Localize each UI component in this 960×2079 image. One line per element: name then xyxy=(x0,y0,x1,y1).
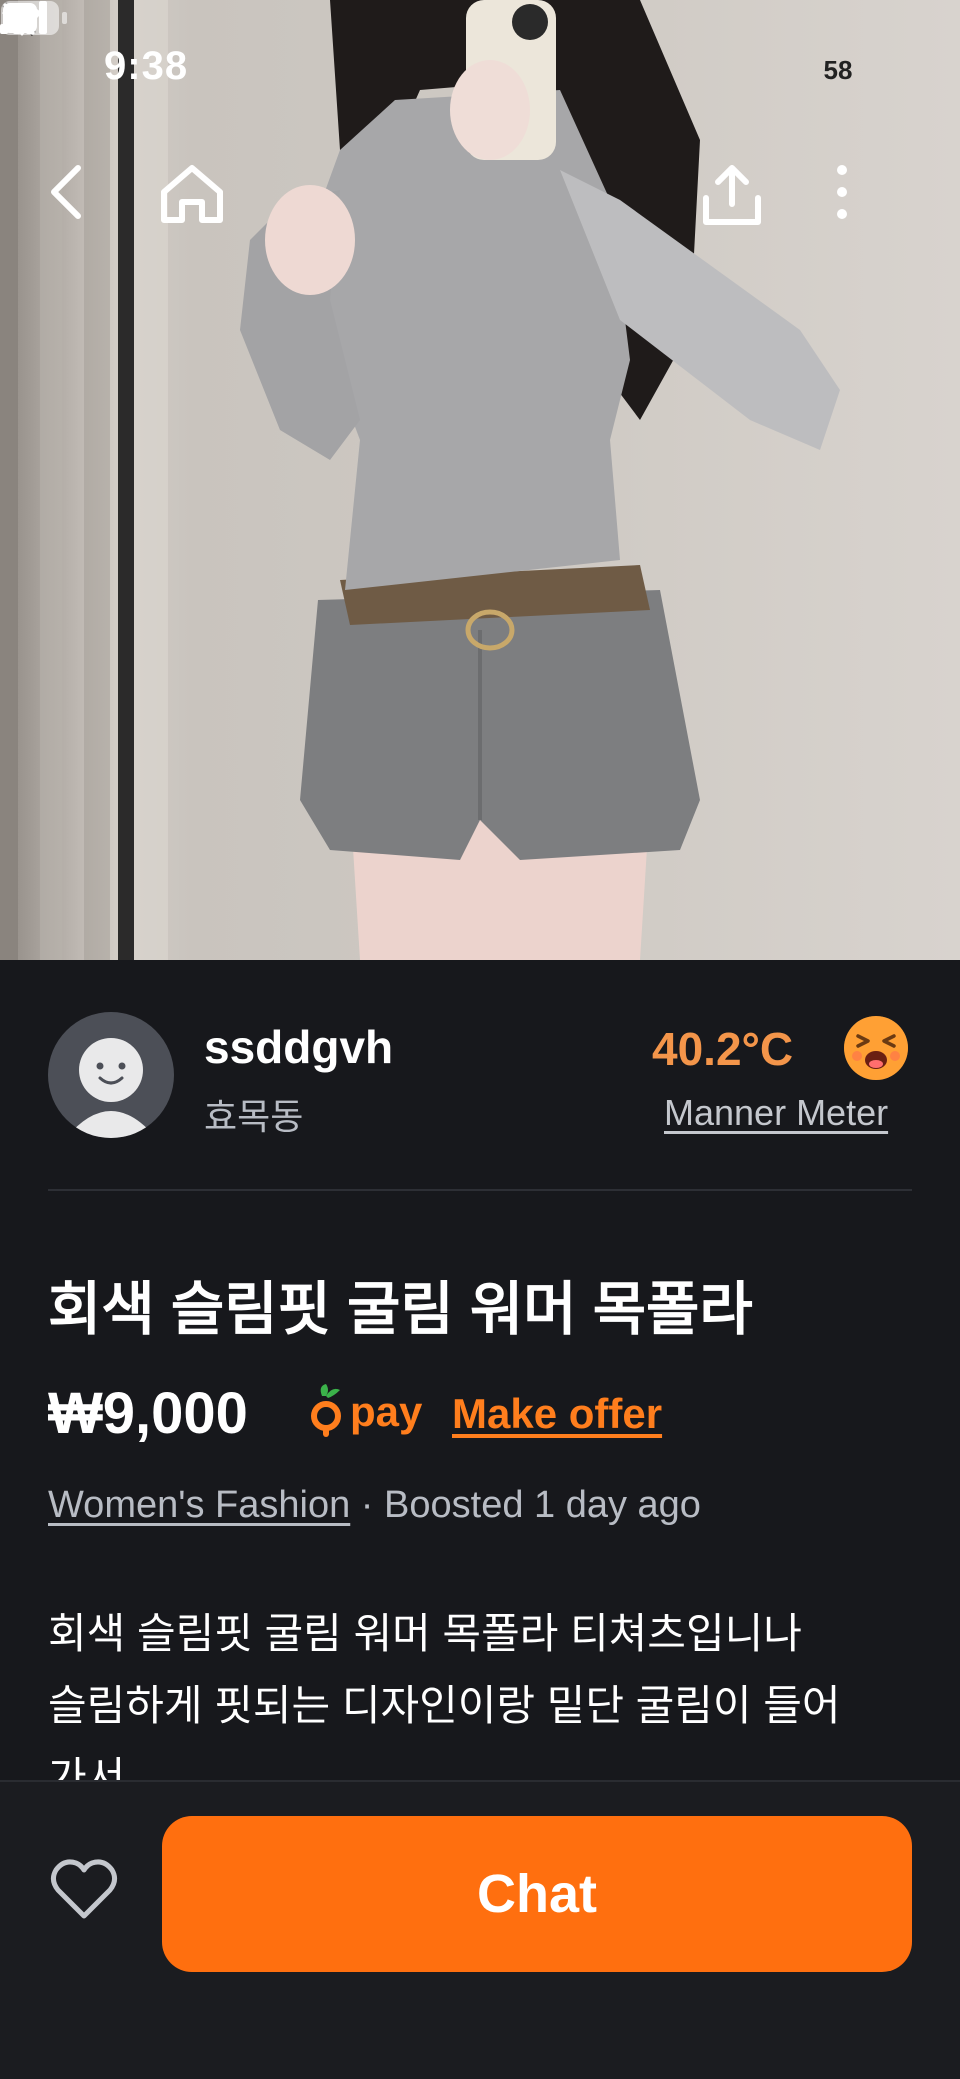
more-vertical-icon xyxy=(837,165,847,219)
product-photo[interactable]: 9:38 58 xyxy=(0,0,960,960)
default-profile-icon xyxy=(66,1038,156,1138)
back-chevron-icon xyxy=(51,165,81,219)
manner-temperature: 40.2°C xyxy=(652,1023,794,1075)
boosted-time: Boosted 1 day ago xyxy=(384,1484,701,1526)
pay-label: pay xyxy=(350,1388,423,1435)
like-button[interactable] xyxy=(48,1856,120,1922)
seller-location: 효목동 xyxy=(204,1096,304,1137)
back-button[interactable] xyxy=(44,162,116,234)
laughing-face-icon xyxy=(844,1016,908,1080)
battery-icon xyxy=(1,1,67,35)
chat-button[interactable]: Chat xyxy=(162,1816,912,1972)
share-button[interactable] xyxy=(700,162,772,234)
home-button[interactable] xyxy=(158,162,230,234)
meta-separator: · xyxy=(350,1484,385,1526)
product-photo-illustration xyxy=(0,0,840,960)
seller-avatar[interactable] xyxy=(48,1012,174,1138)
seller-name[interactable]: ssddgvh xyxy=(204,1020,393,1074)
status-time: 9:38 xyxy=(104,44,189,88)
manner-meter-link[interactable]: Manner Meter xyxy=(664,1092,888,1134)
battery-percentage: 58 xyxy=(823,55,853,85)
product-title: 회색 슬림핏 굴림 워머 목폴라 xyxy=(48,1277,753,1342)
home-icon xyxy=(161,165,223,223)
share-icon xyxy=(703,165,761,225)
description-line: 슬림하게 핏되는 디자인이랑 밑단 굴림이 들어 xyxy=(48,1682,841,1729)
product-meta: Women's Fashion · Boosted 1 day ago xyxy=(48,1484,701,1527)
heart-outline-icon xyxy=(50,1859,118,1919)
more-options-button[interactable] xyxy=(832,162,904,234)
category-link[interactable]: Women's Fashion xyxy=(48,1484,350,1526)
make-offer-link[interactable]: Make offer xyxy=(452,1390,662,1438)
divider xyxy=(48,1189,912,1191)
product-price: ₩9,000 xyxy=(48,1381,248,1446)
status-bar: 9:38 58 xyxy=(0,0,960,140)
description-line: 회색 슬림핏 굴림 워머 목폴라 티쳐츠입니나 xyxy=(48,1610,802,1657)
